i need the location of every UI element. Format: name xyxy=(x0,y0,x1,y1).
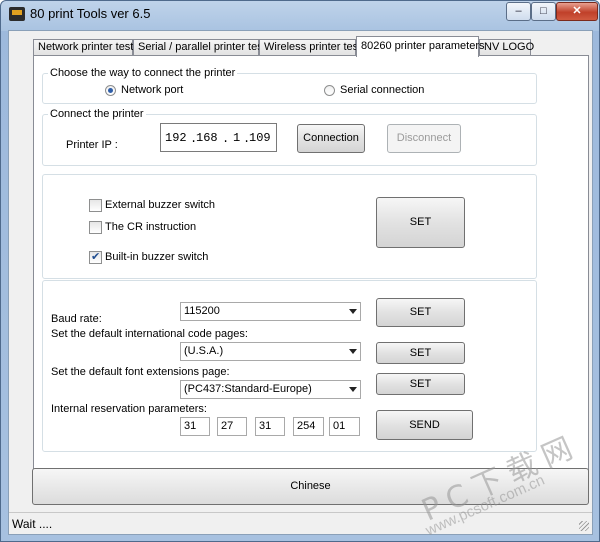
baud-rate-label: Baud rate: xyxy=(51,313,102,325)
client-area: Network printer test Serial / parallel p… xyxy=(8,30,593,535)
builtin-buzzer-checkbox[interactable] xyxy=(89,250,102,264)
parameters-group: Baud rate: 115200 SET Set the default in… xyxy=(42,280,537,452)
font-extension-value: (PC437:Standard-Europe) xyxy=(184,383,312,395)
connection-way-title: Choose the way to connect the printer xyxy=(48,67,238,79)
network-port-label[interactable]: Network port xyxy=(121,84,183,96)
tab-wireless-printer-test[interactable]: Wireless printer test xyxy=(259,39,361,56)
font-extension-select[interactable]: (PC437:Standard-Europe) xyxy=(180,380,361,399)
reservation-param-4[interactable]: 254 xyxy=(293,417,324,436)
font-extension-set-button[interactable]: SET xyxy=(376,373,465,395)
resize-grip-icon[interactable] xyxy=(579,521,589,531)
printer-app-icon xyxy=(9,7,25,21)
app-window: 80 print Tools ver 6.5 – □ ✕ Network pri… xyxy=(0,0,600,542)
baud-rate-select[interactable]: 115200 xyxy=(180,302,361,321)
tab-nv-logo[interactable]: NV LOGO xyxy=(479,39,534,56)
external-buzzer-checkbox[interactable] xyxy=(89,199,102,212)
ip-octet-1[interactable]: 192 xyxy=(165,131,187,145)
code-page-set-button[interactable]: SET xyxy=(376,342,465,364)
ip-dot: . xyxy=(222,132,230,146)
ip-octet-2[interactable]: 168 xyxy=(196,131,218,145)
code-page-value: (U.S.A.) xyxy=(184,345,224,357)
serial-connection-radio[interactable] xyxy=(324,85,335,96)
status-text: Wait .... xyxy=(12,517,53,531)
font-extension-label: Set the default font extensions page: xyxy=(51,366,230,378)
chevron-down-icon xyxy=(349,387,357,392)
maximize-button[interactable]: □ xyxy=(531,2,556,21)
serial-connection-label[interactable]: Serial connection xyxy=(340,84,424,96)
code-page-select[interactable]: (U.S.A.) xyxy=(180,342,361,361)
window-title: 80 print Tools ver 6.5 xyxy=(30,6,151,21)
title-bar[interactable]: 80 print Tools ver 6.5 – □ ✕ xyxy=(1,1,599,29)
connection-way-group: Choose the way to connect the printer Ne… xyxy=(42,67,537,104)
cr-instruction-label[interactable]: The CR instruction xyxy=(105,221,196,233)
reservation-param-5[interactable]: 01 xyxy=(329,417,360,436)
buzzer-set-button[interactable]: SET xyxy=(376,197,465,248)
chevron-down-icon xyxy=(349,309,357,314)
ip-octet-3[interactable]: 1 xyxy=(233,131,240,145)
connection-button[interactable]: Connection xyxy=(297,124,365,153)
reservation-param-1[interactable]: 31 xyxy=(180,417,210,436)
printer-ip-label: Printer IP : xyxy=(66,139,118,151)
connect-printer-group: Connect the printer Printer IP : 192 . 1… xyxy=(42,108,537,166)
baud-rate-value: 115200 xyxy=(184,305,220,317)
status-bar: Wait .... xyxy=(9,512,592,534)
ip-octet-4[interactable]: 109 xyxy=(249,131,271,145)
printer-parameters-panel: Choose the way to connect the printer Ne… xyxy=(33,55,589,475)
code-page-label: Set the default international code pages… xyxy=(51,328,248,340)
minimize-button[interactable]: – xyxy=(506,2,531,21)
tab-serial-parallel-printer-test[interactable]: Serial / parallel printer test xyxy=(133,39,266,56)
chinese-language-button[interactable]: Chinese xyxy=(32,468,589,505)
send-button[interactable]: SEND xyxy=(376,410,473,440)
external-buzzer-label[interactable]: External buzzer switch xyxy=(105,199,215,211)
printer-ip-input[interactable]: 192 . 168 . 1 . 109 xyxy=(160,123,277,152)
reservation-param-2[interactable]: 27 xyxy=(217,417,247,436)
tab-network-printer-test[interactable]: Network printer test xyxy=(33,39,133,56)
network-port-radio[interactable] xyxy=(105,85,116,96)
baud-rate-set-button[interactable]: SET xyxy=(376,298,465,327)
chevron-down-icon xyxy=(349,349,357,354)
reservation-parameters-label: Internal reservation parameters: xyxy=(51,403,207,415)
buzzer-group: External buzzer switch The CR instructio… xyxy=(42,174,537,279)
disconnect-button[interactable]: Disconnect xyxy=(387,124,461,153)
reservation-param-3[interactable]: 31 xyxy=(255,417,285,436)
tab-80260-printer-parameters[interactable]: 80260 printer parameters xyxy=(356,36,485,57)
close-button[interactable]: ✕ xyxy=(556,2,598,21)
connect-printer-title: Connect the printer xyxy=(48,108,146,120)
cr-instruction-checkbox[interactable] xyxy=(89,221,102,234)
builtin-buzzer-label[interactable]: Built-in buzzer switch xyxy=(105,251,208,263)
